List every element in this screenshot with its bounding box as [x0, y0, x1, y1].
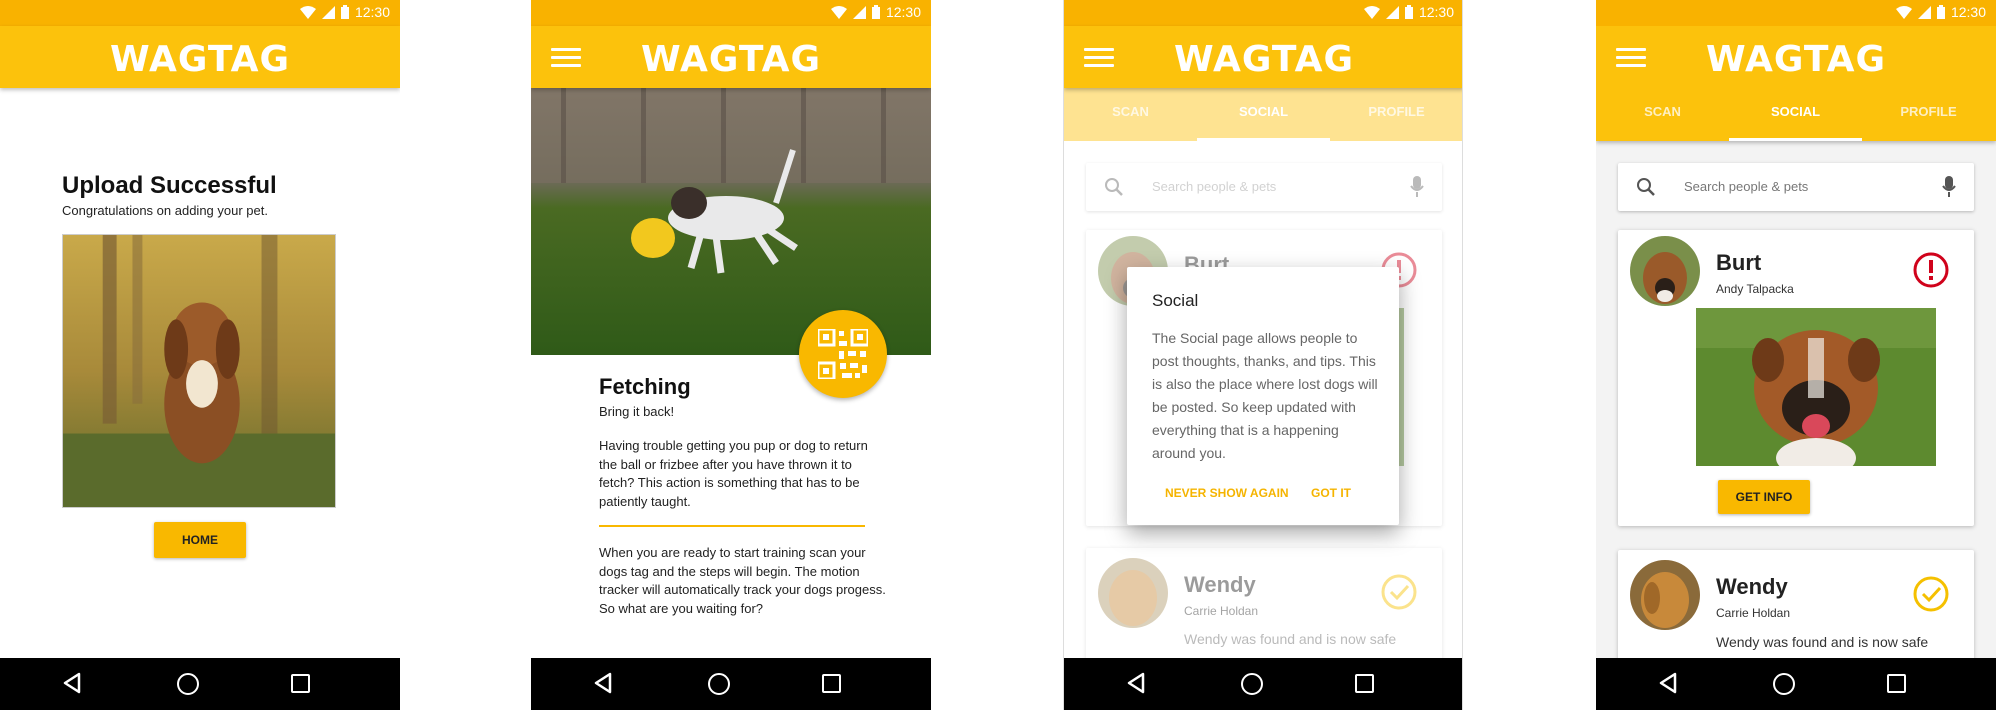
avatar	[1630, 560, 1700, 630]
social-dialog: Social The Social page allows people to …	[1127, 267, 1399, 525]
home-icon[interactable]	[177, 673, 199, 695]
qr-code-button[interactable]	[799, 310, 887, 398]
alert-icon[interactable]	[1913, 252, 1949, 288]
dialog-body: The Social page allows people to post th…	[1152, 330, 1378, 461]
app-bar: WAGTAG	[1064, 26, 1462, 88]
system-nav-bar	[1596, 658, 1996, 710]
status-bar: 12:30	[1596, 0, 1996, 26]
home-icon[interactable]	[708, 673, 730, 695]
dialog-title: Social	[1152, 291, 1199, 310]
signal-icon	[1385, 5, 1399, 19]
article-subtitle: Bring it back!	[599, 404, 675, 419]
wifi-icon	[1895, 5, 1912, 19]
back-icon[interactable]	[1126, 672, 1146, 694]
battery-icon	[340, 5, 349, 19]
app-logo: WAGTAG	[640, 39, 822, 80]
article-title: Fetching	[599, 374, 691, 399]
back-icon[interactable]	[593, 672, 613, 694]
search-bar[interactable]: Search people & pets	[1618, 163, 1974, 211]
search-icon	[1637, 178, 1655, 196]
back-icon[interactable]	[1658, 672, 1678, 694]
recents-icon[interactable]	[822, 674, 841, 693]
status-bar: 12:30	[1064, 0, 1462, 26]
post-card-burt[interactable]: Burt Andy Talpacka GET INFO	[1618, 230, 1974, 526]
signal-icon	[852, 5, 866, 19]
hero-photo	[531, 88, 931, 355]
pet-photo	[62, 234, 336, 508]
post-message: Wendy was found and is now safe	[1716, 634, 1929, 650]
app-logo: WAGTAG	[1705, 39, 1887, 80]
phone-social: 12:30 WAGTAG SCAN SOCIAL PROFILE Search …	[1596, 0, 1996, 710]
battery-icon	[1404, 5, 1413, 19]
recents-icon[interactable]	[1887, 674, 1906, 693]
recents-icon[interactable]	[1355, 674, 1374, 693]
pet-name: Burt	[1716, 250, 1762, 275]
battery-icon	[871, 5, 880, 19]
wifi-icon	[830, 5, 847, 19]
owner-name: Andy Talpacka	[1716, 282, 1794, 296]
qr-code-icon	[818, 329, 868, 379]
get-info-button[interactable]: GET INFO	[1718, 480, 1810, 514]
page-title: Upload Successful	[62, 172, 277, 199]
status-time: 12:30	[354, 4, 390, 20]
avatar	[1630, 236, 1700, 306]
phone-social-dialog: 12:30 WAGTAG SCAN SOCIAL PROFILE Search …	[1063, 0, 1463, 710]
recents-icon[interactable]	[291, 674, 310, 693]
signal-icon	[1917, 5, 1931, 19]
app-bar: WAGTAG	[0, 26, 400, 88]
tab-profile[interactable]: PROFILE	[1862, 88, 1995, 141]
never-show-again-button[interactable]: NEVER SHOW AGAIN	[1165, 486, 1289, 500]
got-it-button[interactable]: GOT IT	[1311, 486, 1351, 500]
pet-name: Wendy	[1716, 574, 1788, 599]
home-icon[interactable]	[1241, 673, 1263, 695]
page-subtitle: Congratulations on adding your pet.	[62, 203, 268, 218]
status-time: 12:30	[1950, 4, 1986, 20]
system-nav-bar	[0, 658, 400, 710]
phone-fetching: 12:30 WAGTAG Fetching Bring it back! Hav…	[531, 0, 931, 710]
status-time: 12:30	[1418, 4, 1454, 20]
status-bar: 12:30	[0, 0, 400, 26]
signal-icon	[321, 5, 335, 19]
back-icon[interactable]	[62, 672, 82, 694]
app-bar: WAGTAG	[1596, 26, 1996, 88]
app-bar: WAGTAG	[531, 26, 931, 88]
mic-icon[interactable]	[1942, 176, 1956, 198]
pet-photo	[1696, 308, 1936, 466]
wifi-icon	[1363, 5, 1380, 19]
system-nav-bar	[531, 658, 931, 710]
wifi-icon	[299, 5, 316, 19]
owner-name: Carrie Holdan	[1716, 606, 1791, 620]
status-bar: 12:30	[531, 0, 931, 26]
app-logo: WAGTAG	[109, 39, 291, 80]
search-input[interactable]: Search people & pets	[1684, 179, 1808, 194]
home-icon[interactable]	[1773, 673, 1795, 695]
battery-icon	[1936, 5, 1945, 19]
check-circle-icon[interactable]	[1913, 576, 1949, 612]
status-time: 12:30	[885, 4, 921, 20]
app-logo: WAGTAG	[1173, 39, 1355, 80]
tab-bar: SCAN SOCIAL PROFILE	[1596, 88, 1996, 141]
tab-social[interactable]: SOCIAL	[1729, 88, 1862, 141]
home-button[interactable]: HOME	[154, 522, 246, 558]
phone-upload-successful: 12:30 WAGTAG Upload Successful Congratul…	[0, 0, 400, 710]
system-nav-bar	[1064, 658, 1462, 710]
divider	[599, 525, 865, 527]
article-paragraph-1: Having trouble getting you pup or dog to…	[599, 438, 868, 509]
tab-scan[interactable]: SCAN	[1596, 88, 1729, 141]
article-paragraph-2: When you are ready to start training sca…	[599, 545, 886, 616]
